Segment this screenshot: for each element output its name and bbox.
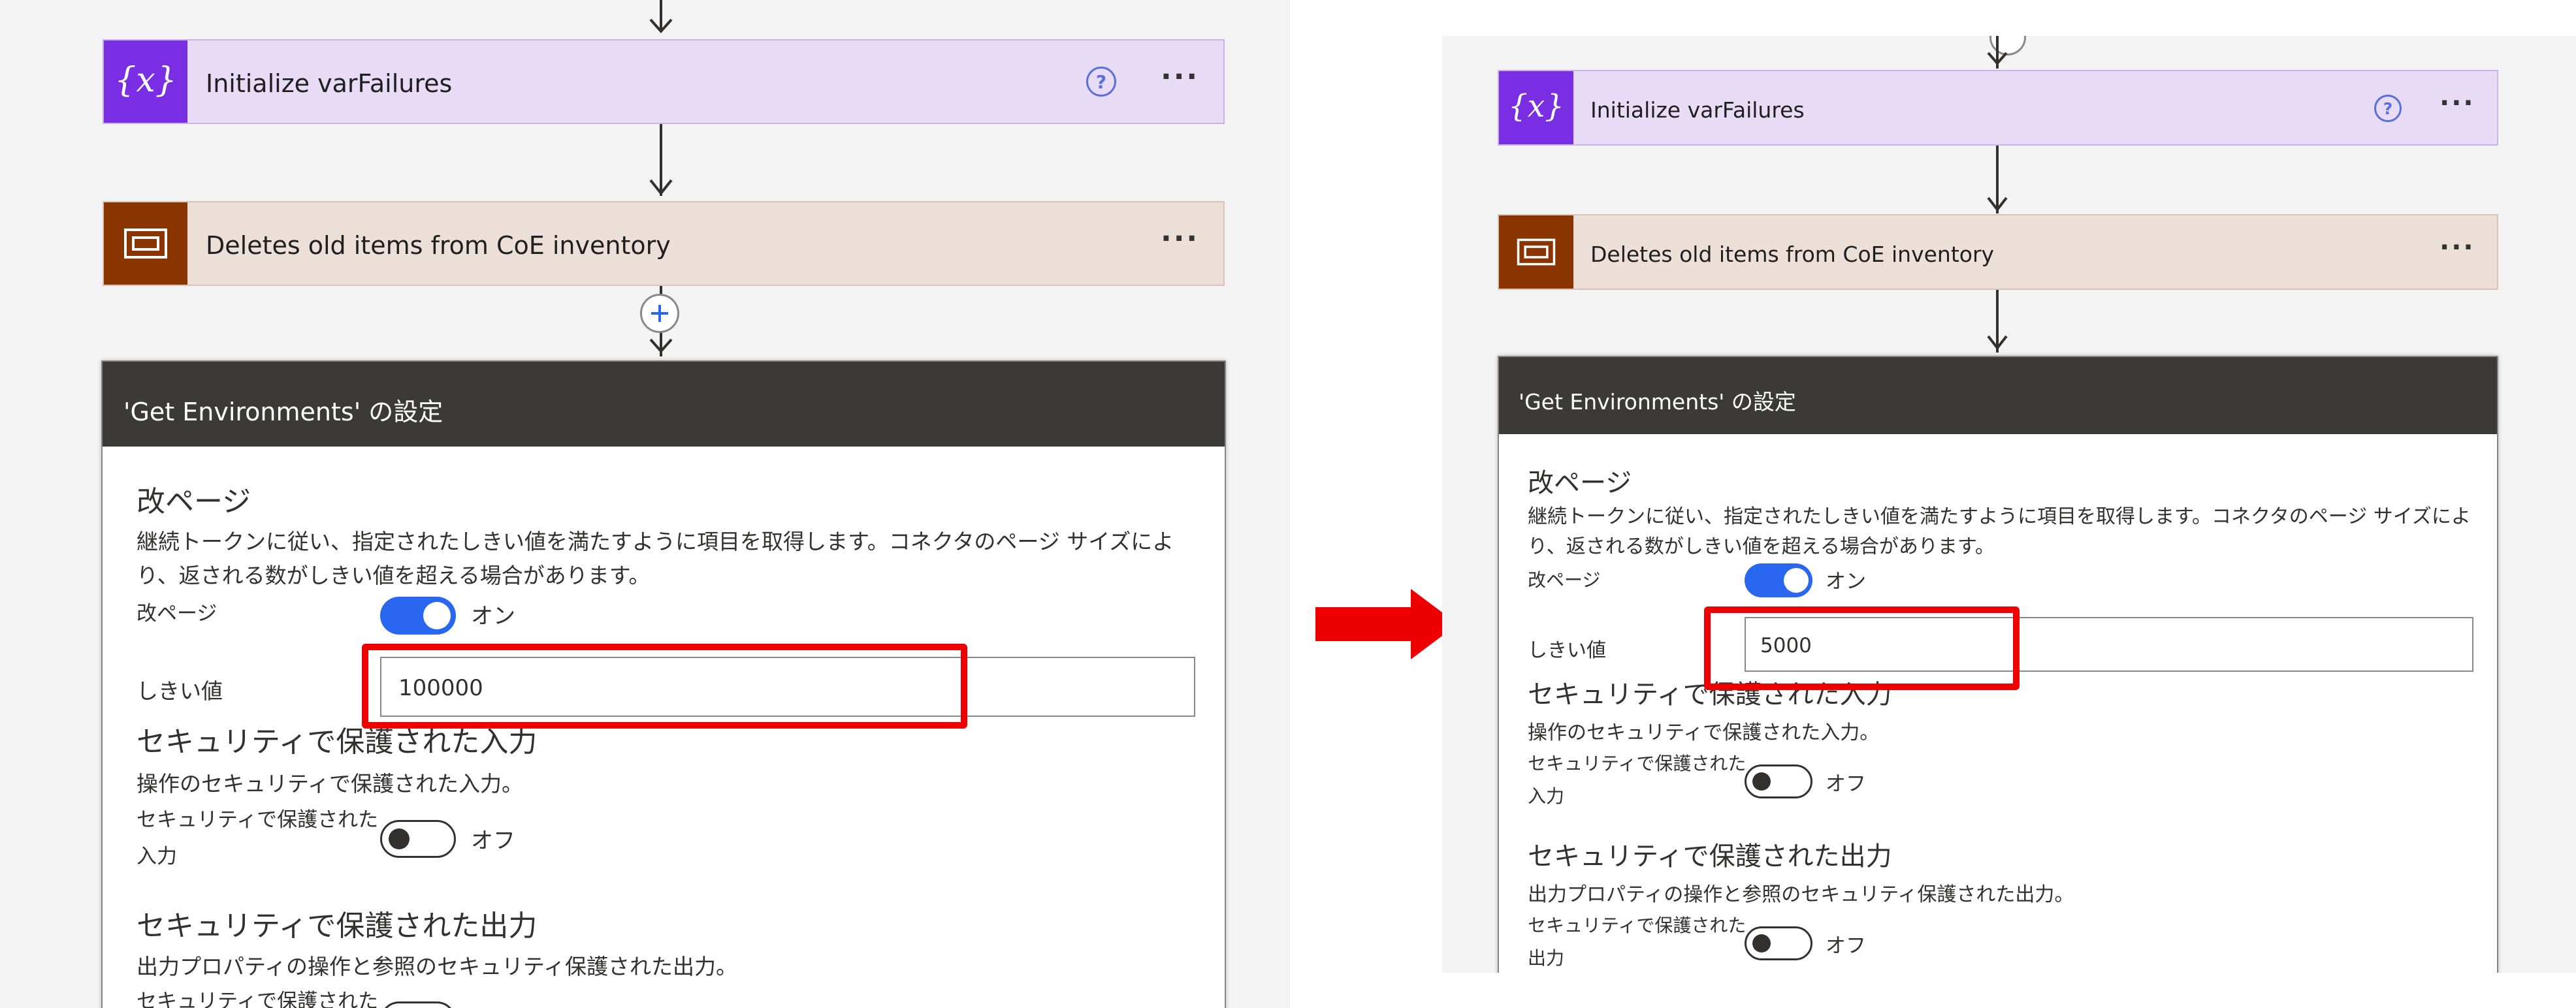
help-icon[interactable]: ? <box>1086 67 1116 97</box>
pagination-toggle-state: オン <box>471 603 515 629</box>
arrow-down-icon <box>649 338 673 354</box>
pagination-description: 継続トークンに従い、指定されたしきい値を満たすように項目を取得します。コネクタの… <box>1528 505 2471 558</box>
pagination-toggle-label: 改ページ <box>1528 569 1601 591</box>
action-title: Initialize varFailures <box>1590 97 1805 123</box>
pagination-toggle-state: オン <box>1826 570 1866 593</box>
secure-inputs-toggle-state: オフ <box>471 828 515 854</box>
pagination-toggle[interactable] <box>380 597 456 635</box>
threshold-highlight-box <box>1704 606 2020 690</box>
arrow-down-icon <box>649 18 673 34</box>
insert-step-button[interactable] <box>640 294 679 333</box>
threshold-label: しきい値 <box>137 678 223 704</box>
secure-inputs-toggle-label: セキュリティで保護された入力 <box>137 808 379 868</box>
help-icon[interactable]: ? <box>2374 95 2402 122</box>
secure-outputs-heading: セキュリティで保護された出力 <box>137 909 538 943</box>
secure-inputs-toggle[interactable] <box>1745 764 1812 798</box>
secure-outputs-description: 出力プロパティの操作と参照のセキュリティ保護された出力。 <box>137 954 738 979</box>
secure-outputs-toggle[interactable] <box>1745 926 1812 960</box>
scope-icon <box>1499 215 1573 289</box>
settings-header: 'Get Environments' の設定 <box>1499 357 2497 434</box>
settings-title: 'Get Environments' の設定 <box>123 398 443 426</box>
after-screenshot-panel: {x} Initialize varFailures ? ··· Deletes… <box>1442 36 2576 973</box>
settings-header: 'Get Environments' の設定 <box>103 362 1225 447</box>
threshold-highlight-box <box>362 644 967 729</box>
before-screenshot-panel: {x} Initialize varFailures ? ··· Deletes… <box>0 0 1290 1008</box>
secure-inputs-toggle[interactable] <box>380 820 456 858</box>
more-options-button[interactable]: ··· <box>2439 232 2475 262</box>
secure-outputs-toggle-label: セキュリティで保護された出力 <box>137 990 379 1008</box>
pagination-description: 継続トークンに従い、指定されたしきい値を満たすように項目を取得します。コネクタの… <box>137 529 1174 588</box>
variable-braces-icon: {x} <box>104 40 187 123</box>
variable-braces-icon: {x} <box>1499 71 1573 144</box>
arrow-down-icon <box>1987 335 2008 351</box>
pagination-heading: 改ページ <box>137 485 251 518</box>
arrow-right-icon <box>1315 589 1458 659</box>
plus-icon <box>651 305 668 322</box>
secure-inputs-description: 操作のセキュリティで保護された入力。 <box>137 771 524 796</box>
arrow-down-icon <box>1987 197 2008 212</box>
settings-title: 'Get Environments' の設定 <box>1519 389 1796 415</box>
initialize-variable-action-card[interactable]: {x} Initialize varFailures ? ··· <box>1498 70 2498 146</box>
more-options-button[interactable]: ··· <box>1161 60 1199 93</box>
scope-action-card[interactable]: Deletes old items from CoE inventory ··· <box>103 201 1225 286</box>
secure-outputs-description: 出力プロパティの操作と参照のセキュリティ保護された出力。 <box>1528 883 2074 906</box>
secure-outputs-heading: セキュリティで保護された出力 <box>1528 842 1892 872</box>
threshold-label: しきい値 <box>1528 639 1606 662</box>
svg-text:{x}: {x} <box>1508 89 1564 125</box>
secure-outputs-toggle-label: セキュリティで保護された出力 <box>1528 915 1747 969</box>
svg-text:{x}: {x} <box>114 61 177 100</box>
secure-inputs-description: 操作のセキュリティで保護された入力。 <box>1528 721 1880 744</box>
secure-inputs-toggle-label: セキュリティで保護された入力 <box>1528 753 1747 807</box>
secure-outputs-toggle[interactable] <box>380 1001 456 1008</box>
pagination-toggle[interactable] <box>1745 563 1812 597</box>
pagination-heading: 改ページ <box>1528 468 1632 498</box>
action-title: Initialize varFailures <box>206 69 453 98</box>
secure-inputs-toggle-state: オフ <box>1826 772 1866 796</box>
scope-action-card[interactable]: Deletes old items from CoE inventory ··· <box>1498 214 2498 290</box>
more-options-button[interactable]: ··· <box>1161 222 1199 255</box>
arrow-down-icon <box>1987 52 2008 66</box>
pagination-toggle-label: 改ページ <box>137 602 217 625</box>
action-title: Deletes old items from CoE inventory <box>1590 242 1995 267</box>
more-options-button[interactable]: ··· <box>2439 88 2475 118</box>
action-title: Deletes old items from CoE inventory <box>206 231 671 260</box>
secure-outputs-toggle-state: オフ <box>1826 934 1866 958</box>
initialize-variable-action-card[interactable]: {x} Initialize varFailures ? ··· <box>103 39 1225 124</box>
scope-icon <box>104 202 187 285</box>
arrow-down-icon <box>649 179 673 196</box>
